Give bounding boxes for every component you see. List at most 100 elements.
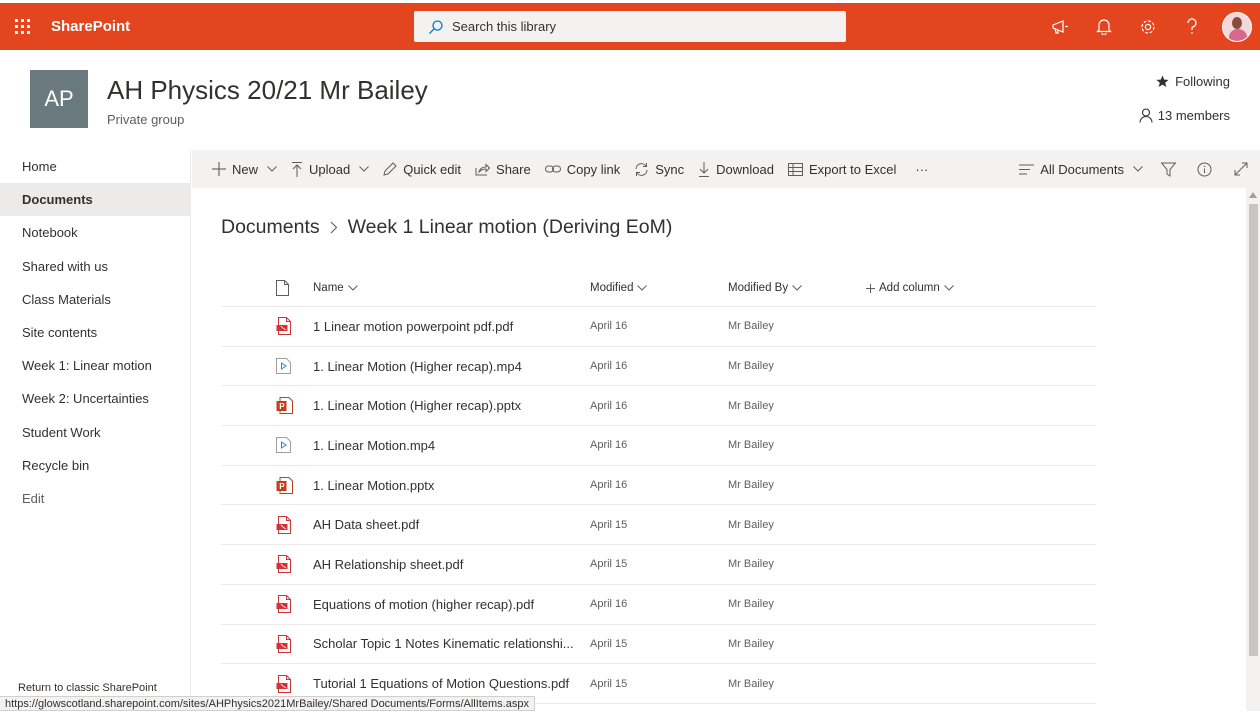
modified-date: April 16 <box>590 439 628 452</box>
scroll-up-icon[interactable] <box>1249 192 1257 198</box>
search-input[interactable]: Search this library <box>414 11 846 42</box>
members-button[interactable]: 13 members <box>1139 108 1230 123</box>
new-button[interactable]: New <box>192 150 284 188</box>
upload-label: Upload <box>309 161 351 177</box>
plus-icon <box>866 283 875 293</box>
modified-by: Mr Bailey <box>728 399 774 412</box>
modified-date: April 15 <box>590 558 628 571</box>
download-button[interactable]: Download <box>691 150 781 188</box>
return-to-classic-link[interactable]: Return to classic SharePoint <box>18 682 157 694</box>
nav-item-label: Notebook <box>22 225 78 241</box>
nav-item-documents[interactable]: Documents <box>0 183 190 217</box>
file-name-link[interactable]: AH Relationship sheet.pdf <box>313 557 590 572</box>
table-row[interactable]: Equations of motion (higher recap).pdf Ap… <box>221 585 1096 625</box>
file-name-link[interactable]: 1. Linear Motion (Higher recap).pptx <box>313 398 590 413</box>
file-type-header[interactable] <box>221 280 313 296</box>
table-row[interactable]: Scholar Topic 1 Notes Kinematic relation… <box>221 625 1096 665</box>
nav-item-notebook[interactable]: Notebook <box>0 216 190 249</box>
view-label: All Documents <box>1040 161 1124 177</box>
powerpoint-icon: P <box>221 476 313 494</box>
modified-by: Mr Bailey <box>728 320 774 333</box>
nav-item-label: Home <box>22 159 57 175</box>
app-launcher-icon[interactable] <box>0 3 44 50</box>
chevron-down-icon <box>792 285 802 291</box>
chevron-down-icon <box>347 285 358 291</box>
nav-edit-link[interactable]: Edit <box>0 482 190 515</box>
table-row[interactable]: 1 Linear motion powerpoint pdf.pdf April … <box>221 307 1096 347</box>
file-name-link[interactable]: 1. Linear Motion.mp4 <box>313 438 590 453</box>
nav-item-class-materials[interactable]: Class Materials <box>0 283 190 316</box>
breadcrumb-documents[interactable]: Documents <box>221 216 320 239</box>
chevron-down-icon <box>267 166 277 172</box>
plus-icon <box>212 162 226 176</box>
nav-item-site-contents[interactable]: Site contents <box>0 316 190 349</box>
add-column-button[interactable]: Add column <box>866 282 1096 294</box>
modified-date: April 15 <box>590 677 628 690</box>
modified-column-header[interactable]: Modified <box>590 282 728 294</box>
table-row[interactable]: AH Relationship sheet.pdf April 15 Mr Bail… <box>221 545 1096 585</box>
scroll-thumb[interactable] <box>1249 204 1258 656</box>
nav-item-week-2[interactable]: Week 2: Uncertainties <box>0 382 190 415</box>
expand-icon[interactable] <box>1222 150 1260 188</box>
nav-item-shared-with-us[interactable]: Shared with us <box>0 250 190 283</box>
megaphone-icon[interactable] <box>1038 3 1082 50</box>
column-label: Add column <box>879 282 940 294</box>
pdf-icon <box>221 595 313 614</box>
share-icon <box>475 162 491 175</box>
filter-icon[interactable] <box>1150 150 1186 188</box>
nav-item-week-1[interactable]: Week 1: Linear motion <box>0 349 190 382</box>
info-icon[interactable] <box>1186 150 1222 188</box>
bell-icon[interactable] <box>1082 3 1126 50</box>
view-list-icon <box>1019 164 1035 174</box>
table-row[interactable]: P 1. Linear Motion (Higher recap).pptx Apr… <box>221 386 1096 427</box>
view-selector[interactable]: All Documents <box>1012 150 1150 188</box>
quick-edit-button[interactable]: Quick edit <box>376 150 468 188</box>
share-button[interactable]: Share <box>468 150 538 188</box>
copy-link-button[interactable]: Copy link <box>538 150 627 188</box>
file-name-link[interactable]: AH Data sheet.pdf <box>313 517 590 532</box>
sync-icon <box>635 162 648 176</box>
modified-by: Mr Bailey <box>728 479 774 492</box>
name-column-header[interactable]: Name <box>313 282 590 294</box>
chevron-down-icon <box>1133 166 1143 172</box>
modified-by-column-header[interactable]: Modified By <box>728 282 866 294</box>
breadcrumb-current-folder[interactable]: Week 1 Linear motion (Deriving EoM) <box>348 216 673 239</box>
vertical-scrollbar[interactable] <box>1246 188 1260 711</box>
upload-button[interactable]: Upload <box>284 150 376 188</box>
file-name-link[interactable]: Tutorial 1 Equations of Motion Questions… <box>313 676 590 691</box>
modified-date: April 15 <box>590 637 628 650</box>
modified-date: April 16 <box>590 598 628 611</box>
column-label: Modified By <box>728 282 789 294</box>
file-name-link[interactable]: 1. Linear Motion.pptx <box>313 478 590 493</box>
document-icon <box>276 280 289 296</box>
sync-button[interactable]: Sync <box>627 150 691 188</box>
table-row[interactable]: 1. Linear Motion.mp4 April 16 Mr Bailey <box>221 426 1096 466</box>
file-name-link[interactable]: 1 Linear motion powerpoint pdf.pdf <box>313 319 590 334</box>
more-commands-button[interactable]: ··· <box>903 150 935 188</box>
nav-item-student-work[interactable]: Student Work <box>0 416 190 449</box>
gear-icon[interactable] <box>1126 3 1170 50</box>
file-name-link[interactable]: Equations of motion (higher recap).pdf <box>313 597 590 612</box>
user-avatar-button[interactable] <box>1214 3 1260 50</box>
nav-item-label: Week 2: Uncertainties <box>22 391 149 407</box>
file-name-link[interactable]: Scholar Topic 1 Notes Kinematic relation… <box>313 636 590 651</box>
table-row[interactable]: 1. Linear Motion (Higher recap).mp4 April… <box>221 347 1096 387</box>
svg-text:P: P <box>279 402 285 411</box>
sharepoint-brand-link[interactable]: SharePoint <box>51 18 130 35</box>
table-row[interactable]: P 1. Linear Motion.pptx April 16 Mr Bailey <box>221 466 1096 506</box>
new-label: New <box>232 161 259 177</box>
site-title[interactable]: AH Physics 20/21 Mr Bailey <box>107 75 428 106</box>
table-row[interactable]: AH Data sheet.pdf April 15 Mr Bailey <box>221 505 1096 546</box>
modified-date: April 16 <box>590 360 628 373</box>
pdf-icon <box>221 634 313 653</box>
chevron-down-icon <box>637 285 648 291</box>
file-name-link[interactable]: 1. Linear Motion (Higher recap).mp4 <box>313 359 590 374</box>
export-to-excel-button[interactable]: Export to Excel <box>781 150 903 188</box>
follow-button[interactable]: Following <box>1156 74 1230 89</box>
nav-item-recycle-bin[interactable]: Recycle bin <box>0 449 190 482</box>
nav-item-home[interactable]: Home <box>0 150 190 183</box>
modified-date: April 15 <box>590 518 628 531</box>
site-logo[interactable]: AP <box>30 70 88 128</box>
help-icon[interactable] <box>1170 3 1214 50</box>
pencil-icon <box>383 162 397 176</box>
